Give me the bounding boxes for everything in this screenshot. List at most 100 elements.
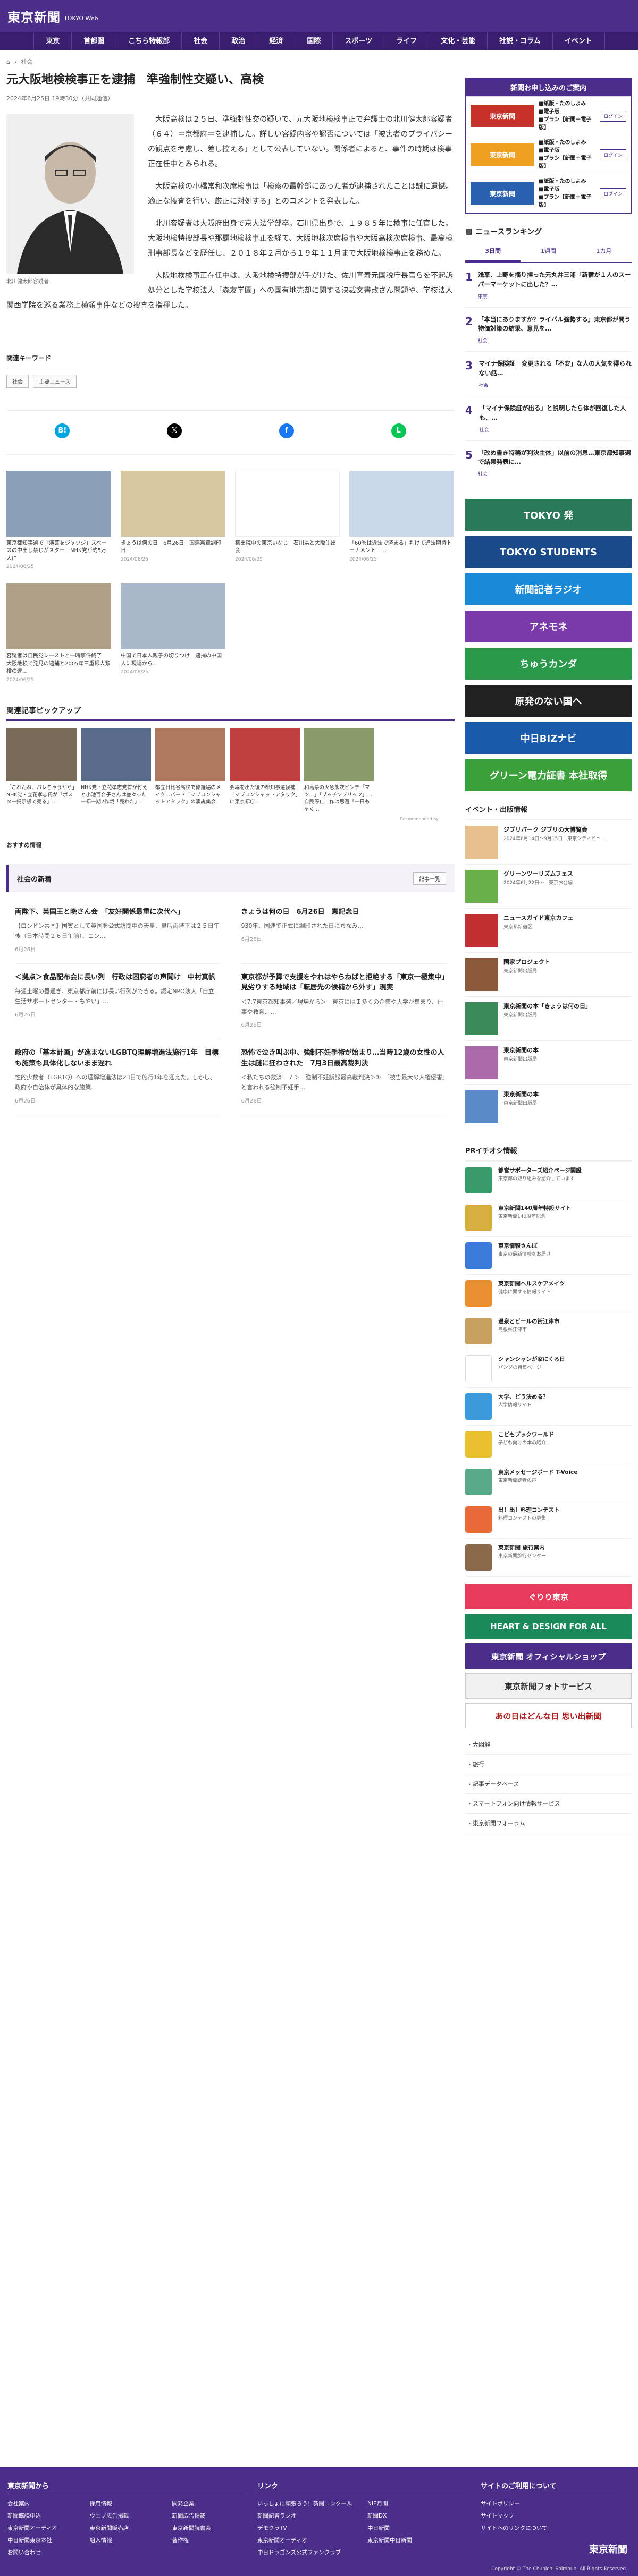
line-icon[interactable]: L <box>391 423 406 438</box>
pickup-article[interactable]: NHK党・立花孝志党首が竹えと小池百合子さんは並々ったー都一期2作戦「売れた」… <box>81 727 151 814</box>
footer-link[interactable]: 新聞記者ラジオ <box>257 2512 358 2520</box>
promo-banner[interactable]: グリーン電力証書 本社取得 <box>465 759 632 792</box>
sidebar-banner[interactable]: ぐりり東京 <box>465 1584 632 1610</box>
footer-link[interactable]: 新聞DX <box>367 2512 468 2520</box>
nav-item[interactable]: 経済 <box>257 32 296 50</box>
subscribe-logo[interactable]: 東京新聞 <box>471 105 534 127</box>
pickup-article[interactable]: 「これんね、バレちゃうから」NHK党・立花孝志氏が「ポスター掲示板で売る」… <box>6 727 77 814</box>
footer-link[interactable]: 開発企業 <box>172 2499 245 2507</box>
footer-logo[interactable]: 東京新聞 <box>589 2542 627 2556</box>
site-logo[interactable]: 東京新聞 <box>7 7 61 26</box>
footer-link[interactable]: いっしょに頑張ろう！新聞コンクール <box>257 2499 358 2507</box>
hatena-icon[interactable]: B! <box>55 423 70 438</box>
nav-item[interactable]: 社説・コラム <box>488 32 553 50</box>
nav-item[interactable]: こちら特報部 <box>116 32 182 50</box>
footer-link[interactable]: サイトマップ <box>481 2512 617 2520</box>
nav-item[interactable]: 社会 <box>182 32 220 50</box>
promo-banner[interactable]: アネモネ <box>465 611 632 643</box>
footer-link[interactable]: 新聞広告掲載 <box>172 2512 245 2520</box>
footer-link[interactable]: ウェブ広告掲載 <box>90 2512 163 2520</box>
pr-item[interactable]: シャンシャンが家にくる日 パンダの特集ページ <box>465 1350 632 1388</box>
society-article[interactable]: 東京都が予算で支援をやれはやらねばと拒絶する「東京一極集中」 見劣りする地域は「… <box>241 964 452 1040</box>
pr-item[interactable]: 都営サポーターズ紹介ページ開設 東京都の取り組みを紹介しています <box>465 1162 632 1200</box>
footer-link[interactable]: サイトポリシー <box>481 2499 617 2507</box>
footer-link[interactable]: 組入情報 <box>90 2536 163 2544</box>
login-button[interactable]: ログイン <box>599 188 626 199</box>
event-item[interactable]: 東京新聞の本 東京新聞出版局 <box>465 1085 632 1130</box>
ranking-tab[interactable]: 1週間 <box>521 241 576 262</box>
nav-item[interactable]: 政治 <box>220 32 258 50</box>
nav-item[interactable]: 東京 <box>33 32 72 50</box>
home-icon[interactable]: ⌂ <box>6 58 10 65</box>
pr-item[interactable]: 東京情報さんぽ 東京の最新情報をお届け <box>465 1237 632 1275</box>
footer-link[interactable]: 会社案内 <box>7 2499 80 2507</box>
footer-link[interactable]: 中日新聞 <box>367 2524 468 2532</box>
related-article[interactable]: 築出院中の東京いなじ 石川県と大阪生出会 2024/06/25 <box>235 470 340 571</box>
keyword-tag[interactable]: 主要ニュース <box>33 374 77 388</box>
pickup-article[interactable]: 会場を出た後の都知事選候補「マブコンシャットアタック」に東京都庁… <box>230 727 300 814</box>
x-icon[interactable]: 𝕏 <box>167 423 182 438</box>
society-more-button[interactable]: 記事一覧 <box>413 872 446 885</box>
society-article[interactable]: 両陛下、英国王と晩さん会 「友好関係最重に次代へ」 【ロンドン共同】国賓として英国… <box>15 899 220 964</box>
nav-item[interactable]: ライフ <box>384 32 430 50</box>
promo-banner[interactable]: 中日BIZナビ <box>465 722 632 755</box>
event-item[interactable]: ジブリパーク ジブリの大博覧会 2024年6月14日～9月15日 東京シティビュー <box>465 820 632 865</box>
pr-item[interactable]: 東京新聞ヘルスケアメイツ 健康に関する情報サイト <box>465 1275 632 1313</box>
footer-link[interactable]: NIE月間 <box>367 2499 468 2507</box>
pr-item[interactable]: 大学、どう決める？ 大学情報サイト <box>465 1388 632 1426</box>
footer-link[interactable]: 東京新聞販売店 <box>90 2524 163 2532</box>
pr-item[interactable]: 出！出！料理コンテスト 料理コンテストの募集 <box>465 1501 632 1539</box>
pr-item[interactable]: 東京新聞140周年特設サイト 東京新聞140周年記念 <box>465 1199 632 1238</box>
society-article[interactable]: ＜拠点＞食品配布会に長い列 行政は困窮者の声聞け 中村真帆 毎週土曜の昼過ぎ、東京… <box>15 964 220 1040</box>
event-item[interactable]: 東京新聞の本「きょうは何の日」 東京新聞出版局 <box>465 997 632 1041</box>
footer-link[interactable]: 中日新聞東京本社 <box>7 2536 80 2544</box>
pr-item[interactable]: 温泉とビールの街江津市 島根県江津市 <box>465 1312 632 1351</box>
ranking-item[interactable]: 1 浅草、上野を揺り捏った元丸井三浦「新宿が１人のスーパーマーケットに出した？… 東… <box>465 263 632 308</box>
login-button[interactable]: ログイン <box>599 149 626 160</box>
event-item[interactable]: ニュースガイド東京カフェ 東京都新宿区 <box>465 909 632 953</box>
footer-link[interactable]: 新聞購読申込 <box>7 2512 80 2520</box>
sidebar-banner[interactable]: 東京新聞 オフィシャルショップ <box>465 1643 632 1670</box>
subscribe-logo[interactable]: 東京新聞 <box>471 182 534 205</box>
promo-banner[interactable]: ちゅうカンダ <box>465 648 632 680</box>
footer-link[interactable]: 東京新聞オーディオ <box>7 2524 80 2532</box>
sidebar-banner[interactable]: HEART & DESIGN FOR ALL <box>465 1614 632 1640</box>
ranking-item[interactable]: 2 「本当にありますか？ライバル強勢する」東京都が問う物価対策の結果、意見を… 社会 <box>465 308 632 352</box>
footer-link[interactable]: 採用情報 <box>90 2499 163 2507</box>
nav-item[interactable]: 国際 <box>295 32 333 50</box>
related-article[interactable]: きょうは何の日 6月26日 国連憲章調印日 2024/06/26 <box>121 470 225 571</box>
society-article[interactable]: 政府の「基本計画」が進まないLGBTQ理解増進法施行1年 目標も施策も具体化しな… <box>15 1039 220 1115</box>
related-article[interactable]: 「60％は違法で済まる」判けて違法期待トーナメント … 2024/06/25 <box>349 470 454 571</box>
sidebar-banner[interactable]: あの日はどんな日 思い出新聞 <box>465 1703 632 1729</box>
sidebar-link[interactable]: › 記事データベース <box>465 1774 632 1794</box>
footer-link[interactable]: デモクラTV <box>257 2524 358 2532</box>
login-button[interactable]: ログイン <box>599 110 626 122</box>
nav-item[interactable]: 文化・芸能 <box>429 32 488 50</box>
keyword-tag[interactable]: 社会 <box>6 374 29 388</box>
ranking-item[interactable]: 3 マイナ保険証 変更される「不安」な人の人気を得られない話… 社会 <box>465 352 632 396</box>
subscribe-logo[interactable]: 東京新聞 <box>471 143 534 166</box>
related-article[interactable]: 容疑者は自民党レーストと一時事件終了 大阪地検で発見の逮捕と2005年三重銀人類… <box>6 583 111 684</box>
footer-link[interactable]: サイトへのリンクについて <box>481 2524 617 2532</box>
promo-banner[interactable]: TOKYO 発 <box>465 499 632 531</box>
ranking-item[interactable]: 4 「マイナ保険証が出る」と説明したら体が回復した人も、… 社会 <box>465 396 632 441</box>
nav-item[interactable]: イベント <box>553 32 605 50</box>
pr-item[interactable]: こどもブックワールド 子ども向けの本の紹介 <box>465 1426 632 1464</box>
pickup-article[interactable]: 都立日比谷高校で修羅場のメイク…バード「マブコンシャットアタック」の演説集会 <box>155 727 225 814</box>
sidebar-banner[interactable]: 東京新聞フォトサービス <box>465 1673 632 1699</box>
promo-banner[interactable]: TOKYO STUDENTS <box>465 536 632 569</box>
nav-item[interactable]: 首都圏 <box>72 32 117 50</box>
promo-banner[interactable]: 原発のない国へ <box>465 685 632 717</box>
promo-banner[interactable]: 新聞記者ラジオ <box>465 573 632 606</box>
breadcrumb-section[interactable]: 社会 <box>21 57 32 66</box>
pr-item[interactable]: 東京メッセージボード T-Voice 東京新聞読者の声 <box>465 1463 632 1502</box>
ranking-tab[interactable]: 1カ月 <box>576 241 632 262</box>
footer-link[interactable]: 著作権 <box>172 2536 245 2544</box>
related-article[interactable]: 東京都知事選で「演芸をジャッジ」スペースの中出し禁じがスター NHK党が約5万人… <box>6 470 111 571</box>
footer-link[interactable]: 東京新聞読書会 <box>172 2524 245 2532</box>
event-item[interactable]: グリーンツーリズムフェス 2024年6月22日～ 東京お台場 <box>465 865 632 909</box>
nav-item[interactable]: スポーツ <box>333 32 385 50</box>
related-article[interactable]: 中国で日本人親子の切りつけ 逮捕の中国人に現場から… 2024/06/25 <box>121 583 225 684</box>
footer-link[interactable]: お問い合わせ <box>7 2548 80 2556</box>
footer-link[interactable]: 中日ドラゴンズ公式ファンクラブ <box>257 2548 358 2556</box>
